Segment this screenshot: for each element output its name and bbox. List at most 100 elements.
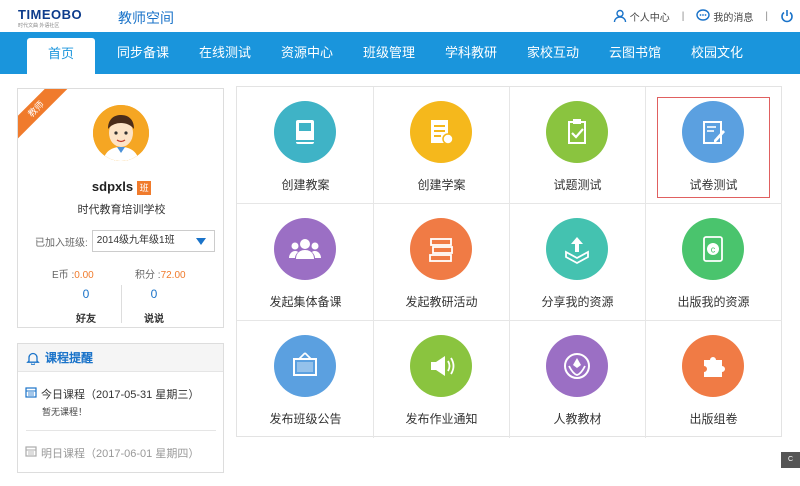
today-course-text: 今日课程（2017-05-31 星期三） <box>41 389 200 401</box>
tile-circle <box>410 335 472 397</box>
megaphone-icon <box>431 356 455 376</box>
tile-research-activity[interactable]: 发起教研活动 <box>373 204 510 321</box>
notice-board-icon <box>293 352 317 376</box>
tile-create-study-plan[interactable]: 创建学案 <box>373 87 510 204</box>
user-icon <box>613 9 626 23</box>
nav-class-management[interactable]: 班级管理 <box>354 32 424 74</box>
group-icon <box>289 239 321 259</box>
class-select-value: 2014级九年级1班 <box>96 235 175 246</box>
friends-count[interactable]: 0 <box>66 287 106 301</box>
tile-circle <box>274 101 336 163</box>
tile-label: 分享我的资源 <box>541 295 614 309</box>
top-bar: TIMEOBO 时代文曲 外语社区 教师空间 个人中心 | 我的消息 | <box>0 0 800 32</box>
textbook-emblem-icon <box>564 353 590 379</box>
tile-circle <box>274 218 336 280</box>
coins-value: 0.00 <box>74 270 94 281</box>
points-stat: 积分 :72.00 <box>135 266 186 281</box>
username: sdpxls 班 <box>18 179 223 195</box>
tomorrow-course-text: 明日课程（2017-06-01 星期四） <box>41 448 200 460</box>
calendar-icon <box>25 446 37 457</box>
friends-label[interactable]: 好友 <box>66 310 106 325</box>
joined-class-row: 已加入班级: 2014级九年级1班 <box>35 230 215 252</box>
talk-label[interactable]: 说说 <box>134 310 174 325</box>
today-course-note: 暂无课程！ <box>42 407 88 417</box>
tile-label: 创建学案 <box>417 178 466 192</box>
nav-home[interactable]: 首页 <box>27 38 95 74</box>
corner-widget[interactable]: C <box>781 452 800 468</box>
message-icon <box>696 9 711 21</box>
tile-publish-resource[interactable]: c 出版我的资源 <box>645 204 782 321</box>
tile-circle: c <box>682 218 744 280</box>
talk-count[interactable]: 0 <box>134 287 174 301</box>
tile-create-lesson-plan[interactable]: 创建教案 <box>237 87 374 204</box>
book-icon <box>296 120 314 144</box>
nav-home-school[interactable]: 家校互动 <box>518 32 588 74</box>
main-nav: 首页 同步备课 在线测试 资源中心 班级管理 学科教研 家校互动 云图书馆 校园… <box>0 32 800 74</box>
tile-circle <box>410 101 472 163</box>
site-logo[interactable]: TIMEOBO 时代文曲 外语社区 <box>18 7 106 29</box>
power-icon <box>781 10 793 23</box>
tile-circle <box>546 218 608 280</box>
nav-campus-culture[interactable]: 校园文化 <box>682 32 752 74</box>
class-select[interactable]: 2014级九年级1班 <box>91 230 215 252</box>
nav-resource-center[interactable]: 资源中心 <box>272 32 342 74</box>
tile-pep-textbook[interactable]: 人教教材 <box>509 321 646 438</box>
avatar[interactable] <box>93 105 149 161</box>
tile-group-prep[interactable]: 发起集体备课 <box>237 204 374 321</box>
my-messages-label: 我的消息 <box>713 12 754 24</box>
tile-label: 发布作业通知 <box>405 412 478 426</box>
logo-text: TIMEOBO <box>18 7 83 22</box>
calendar-icon <box>25 387 37 398</box>
joined-class-label: 已加入班级: <box>35 237 88 249</box>
personal-center-label: 个人中心 <box>629 12 670 24</box>
today-course[interactable]: 今日课程（2017-05-31 星期三） <box>25 386 199 402</box>
tile-circle <box>546 101 608 163</box>
tile-label: 发起集体备课 <box>269 295 342 309</box>
separator: | <box>681 10 685 22</box>
tile-label: 创建教案 <box>281 178 330 192</box>
class-badge: 班 <box>137 180 152 195</box>
teacher-ribbon: 教师 <box>18 89 70 143</box>
site-title: 教师空间 <box>118 10 174 26</box>
course-divider <box>26 430 216 431</box>
document-icon <box>431 120 454 145</box>
nav-subject-research[interactable]: 学科教研 <box>436 32 506 74</box>
tile-label: 人教教材 <box>553 412 602 426</box>
tile-label: 试题测试 <box>553 178 602 192</box>
puzzle-icon <box>704 357 725 377</box>
points-value: 72.00 <box>160 270 186 281</box>
dropdown-arrow-icon <box>195 238 206 245</box>
profile-card: 教师 sdpxls 班 时代教育培训学校 已加入班级: 2014级九年级1班 E币… <box>17 88 224 328</box>
tile-label: 发起教研活动 <box>405 295 478 309</box>
points-label: 积分 : <box>135 270 161 281</box>
course-reminder-title: 课程提醒 <box>45 351 94 365</box>
personal-center-link[interactable]: 个人中心 <box>613 9 670 24</box>
tile-homework-notice[interactable]: 发布作业通知 <box>373 321 510 438</box>
selected-tile-highlight <box>657 97 770 198</box>
my-messages-link[interactable]: 我的消息 <box>696 9 753 24</box>
tile-question-test[interactable]: 试题测试 <box>509 87 646 204</box>
bell-icon <box>26 352 40 365</box>
tile-label: 出版我的资源 <box>677 295 750 309</box>
tile-circle <box>682 335 744 397</box>
books-stack-icon <box>429 238 453 262</box>
nav-cloud-library[interactable]: 云图书馆 <box>600 32 670 74</box>
top-links: 个人中心 | 我的消息 | <box>613 8 800 24</box>
nav-sync-prep[interactable]: 同步备课 <box>108 32 178 74</box>
tile-circle <box>410 218 472 280</box>
course-reminder-header: 课程提醒 <box>18 344 223 372</box>
logout-link[interactable] <box>780 9 794 23</box>
tile-share-resource[interactable]: 分享我的资源 <box>509 204 646 321</box>
publish-coin-icon: c <box>703 236 723 262</box>
tile-publish-paper[interactable]: 出版组卷 <box>645 321 782 438</box>
tile-label: 出版组卷 <box>689 412 738 426</box>
course-reminder-panel: 课程提醒 今日课程（2017-05-31 星期三） 暂无课程！ 明日课程（201… <box>17 343 224 473</box>
tomorrow-course[interactable]: 明日课程（2017-06-01 星期四） <box>25 445 199 461</box>
tile-circle <box>274 335 336 397</box>
stat-divider <box>121 285 122 323</box>
clipboard-check-icon <box>568 119 586 144</box>
school-name: 时代教育培训学校 <box>77 204 166 216</box>
tile-circle <box>546 335 608 397</box>
nav-online-test[interactable]: 在线测试 <box>190 32 260 74</box>
tile-class-notice[interactable]: 发布班级公告 <box>237 321 374 438</box>
